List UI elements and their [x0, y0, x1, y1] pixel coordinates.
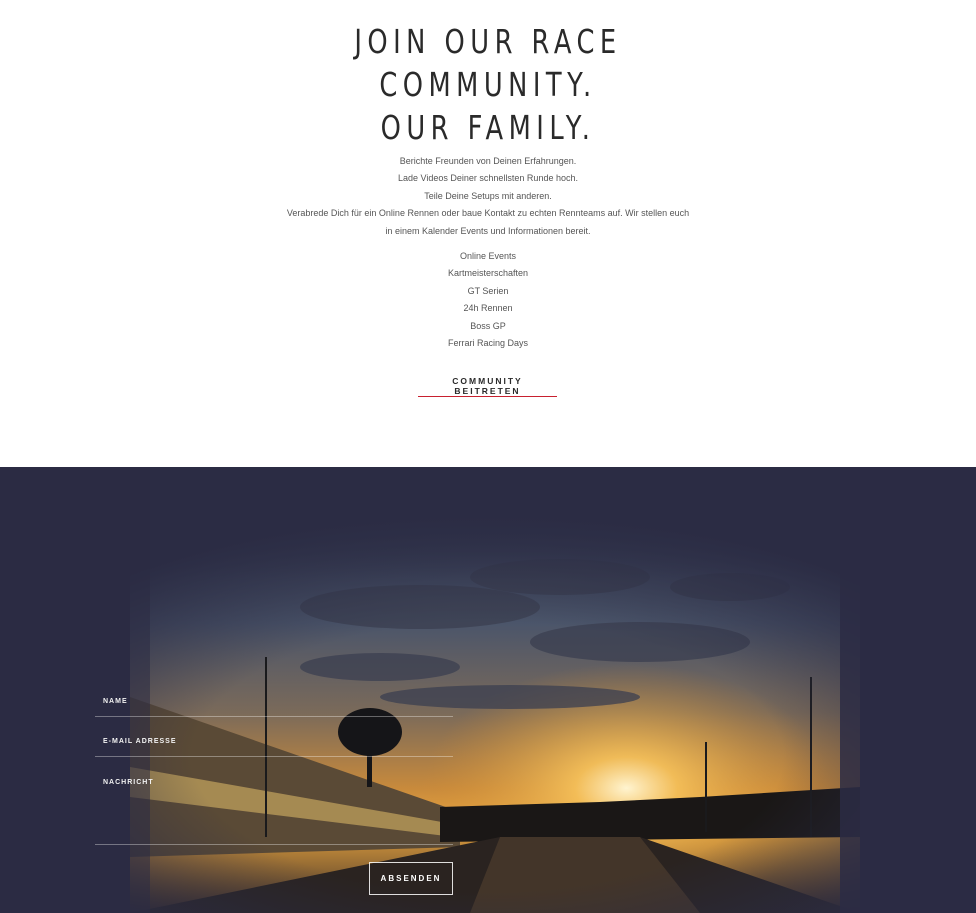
name-field-label: NAME: [103, 698, 128, 705]
headline-line-1: JOIN OUR RACE: [354, 22, 622, 61]
message-field-label: NACHRICHT: [103, 779, 154, 786]
event-item: 24h Rennen: [463, 303, 513, 314]
community-intro: Berichte Freunden von Deinen Erfahrungen…: [0, 153, 976, 240]
intro-line: in einem Kalender Events und Information…: [385, 225, 591, 236]
event-item: Ferrari Racing Days: [447, 338, 529, 349]
submit-button[interactable]: ABSENDEN: [369, 862, 453, 895]
email-field-label: E-MAIL ADRESSE: [103, 738, 177, 745]
join-community-button[interactable]: COMMUNITY BEITRETEN: [418, 370, 557, 397]
intro-line: Lade Videos Deiner schnellsten Runde hoc…: [398, 173, 578, 184]
community-section: JOIN OUR RACE COMMUNITY. OUR FAMILY. Ber…: [0, 0, 976, 467]
event-list: Online Events Kartmeisterschaften GT Ser…: [0, 248, 976, 352]
sunset-dragstrip-photo: [0, 467, 976, 913]
name-input[interactable]: [95, 716, 453, 717]
intro-line: Teile Deine Setups mit anderen.: [424, 190, 552, 201]
contact-section: NAME E-MAIL ADRESSE NACHRICHT ABSENDEN: [0, 467, 976, 913]
intro-line: Verabrede Dich für ein Online Rennen ode…: [286, 208, 690, 219]
message-textarea[interactable]: [95, 844, 453, 845]
headline-line-3: OUR FAMILY.: [380, 108, 596, 147]
event-item: GT Serien: [467, 285, 509, 296]
community-headline: JOIN OUR RACE COMMUNITY. OUR FAMILY.: [107, 20, 868, 149]
event-item: Boss GP: [470, 320, 506, 331]
event-item: Online Events: [459, 251, 517, 261]
headline-line-2: COMMUNITY.: [379, 65, 597, 104]
intro-line: Berichte Freunden von Deinen Erfahrungen…: [399, 156, 577, 166]
event-item: Kartmeisterschaften: [447, 268, 529, 279]
email-input[interactable]: [95, 756, 453, 757]
